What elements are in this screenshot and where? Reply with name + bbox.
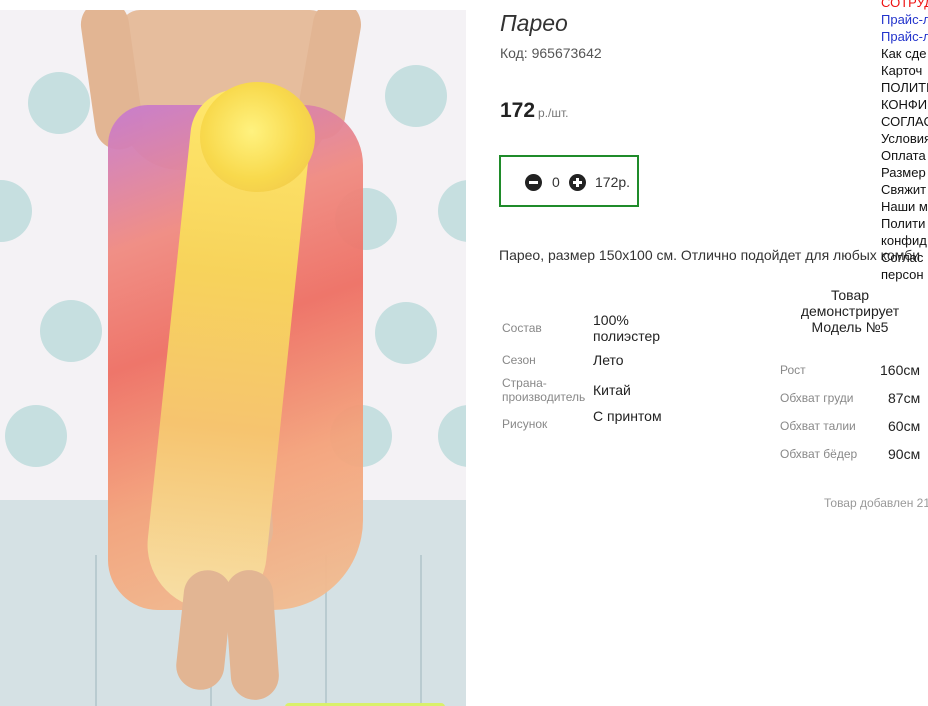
model-row: Обхват талии 60см [780,418,928,434]
product-photo [0,10,466,706]
model-label: Обхват талии [780,419,856,433]
model-row: Рост 160см [780,362,928,378]
side-menu-item[interactable]: Свяжит [881,181,928,198]
property-value: 100% полиэстер [593,312,661,344]
property-label: Страна-производитель [502,376,586,404]
product-description: Парео, размер 150х100 см. Отлично подойд… [499,247,921,263]
property-label: Рисунок [502,417,548,431]
property-value: С принтом [593,408,662,424]
model-value: 87см [888,390,921,406]
side-menu-item[interactable]: Прайс-л [881,28,928,45]
property-value: Китай [593,382,631,398]
side-menu-item[interactable]: персон [881,266,928,283]
side-menu-item[interactable]: Наши м [881,198,928,215]
side-menu-item[interactable]: Условия [881,130,928,147]
side-menu-item[interactable]: Соглас [881,249,928,266]
side-menu-item[interactable]: Прайс-л [881,11,928,28]
pareo-knot [200,82,315,192]
added-date: Товар добавлен 21 [824,496,928,510]
side-menu-item[interactable]: Оплата [881,147,928,164]
property-label: Сезон [502,353,536,367]
model-row: Обхват бёдер 90см [780,446,928,462]
model-row: Обхват груди 87см [780,390,928,406]
model-label: Обхват груди [780,391,854,405]
quantity-sum: 172р. [595,174,631,190]
model-title: Товар демонстрирует Модель №5 [800,287,900,335]
side-menu-item[interactable]: ПОЛИТИ [881,79,928,96]
quantity-value[interactable]: 0 [552,174,560,190]
side-menu-item[interactable]: СОТРУД [881,0,928,11]
model-value: 160см [880,362,920,378]
side-menu: СОТРУД Прайс-л Прайс-л Как сде Карточ ПО… [881,0,928,294]
model-value: 60см [888,418,921,434]
product-title: Парео [500,10,568,36]
plus-circle-icon[interactable] [569,174,586,191]
property-label: Состав [502,321,542,335]
model-label: Обхват бёдер [780,447,858,461]
property-value: Лето [593,352,624,368]
side-menu-item[interactable]: Размер [881,164,928,181]
side-menu-item[interactable]: конфид [881,232,928,249]
minus-circle-icon[interactable] [525,174,542,191]
model-value: 90см [888,446,921,462]
price-value: 172 [500,99,536,122]
side-menu-item[interactable]: Как сде [881,45,928,62]
side-menu-item[interactable]: Карточ [881,62,928,79]
product-code: Код: 965673642 [500,45,602,61]
product-price: 172 р./шт. [500,99,569,123]
side-menu-item[interactable]: Полити [881,215,928,232]
quantity-selector: 0 172р. [499,155,639,207]
side-menu-item[interactable]: СОГЛАС [881,113,928,130]
price-unit: р./шт. [538,106,569,120]
side-menu-item[interactable]: КОНФИ [881,96,928,113]
model-label: Рост [780,363,806,377]
